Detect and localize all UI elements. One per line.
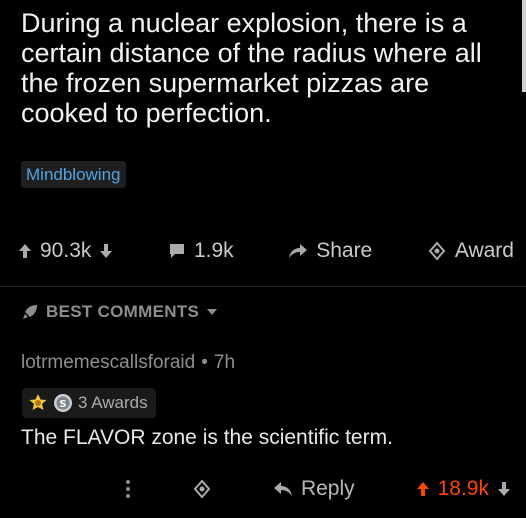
comment-author[interactable]: lotrmemescallsforaid	[21, 352, 195, 374]
comment-sort-dropdown[interactable]: BEST COMMENTS	[21, 298, 218, 326]
comment-vote-group: 18.9k	[416, 477, 511, 501]
comments-button[interactable]: 1.9k	[168, 239, 234, 263]
scroll-indicator	[522, 0, 526, 92]
comment-awards[interactable]: S 3 Awards	[22, 388, 156, 418]
award-icon	[427, 241, 447, 261]
chevron-down-icon	[206, 308, 218, 316]
section-divider	[0, 286, 526, 287]
comment-action-bar: Reply 18.9k	[125, 473, 511, 505]
comment-count: 1.9k	[193, 239, 234, 262]
comment-score: 18.9k	[437, 477, 489, 500]
reply-label: Reply	[300, 477, 355, 500]
reply-button[interactable]: Reply	[273, 477, 355, 501]
silver-award-icon: S	[53, 393, 73, 413]
downvote-arrow-icon[interactable]	[99, 243, 113, 259]
post-flair[interactable]: Mindblowing	[21, 161, 126, 188]
sort-label: BEST COMMENTS	[46, 302, 200, 321]
award-label: Award	[454, 239, 514, 262]
post-score: 90.3k	[40, 239, 92, 262]
post-vote-group: 90.3k	[18, 239, 113, 263]
comment-body: The FLAVOR zone is the scientific term.	[21, 426, 393, 449]
comment-award-icon[interactable]	[192, 479, 212, 499]
post-action-bar: 90.3k 1.9k Share Award	[18, 234, 514, 268]
post-title: During a nuclear explosion, there is a c…	[21, 8, 482, 128]
more-vertical-icon[interactable]	[125, 479, 131, 499]
share-label: Share	[316, 239, 373, 262]
upvoted-arrow-icon[interactable]	[416, 481, 430, 497]
comment-age: 7h	[213, 352, 236, 373]
downvote-arrow-icon[interactable]	[497, 481, 511, 497]
awards-count: 3 Awards	[78, 393, 148, 412]
upvote-arrow-icon[interactable]	[18, 243, 32, 259]
share-arrow-icon	[288, 243, 308, 259]
meta-separator: •	[201, 352, 208, 373]
gold-award-icon	[28, 393, 48, 413]
comment-bubble-icon	[168, 242, 186, 260]
rocket-icon	[21, 303, 39, 321]
share-button[interactable]: Share	[288, 239, 372, 263]
award-button[interactable]: Award	[427, 239, 514, 263]
svg-text:S: S	[59, 399, 66, 410]
comment-meta: lotrmemescallsforaid • 7h	[21, 352, 235, 374]
reply-arrow-icon	[273, 481, 293, 497]
